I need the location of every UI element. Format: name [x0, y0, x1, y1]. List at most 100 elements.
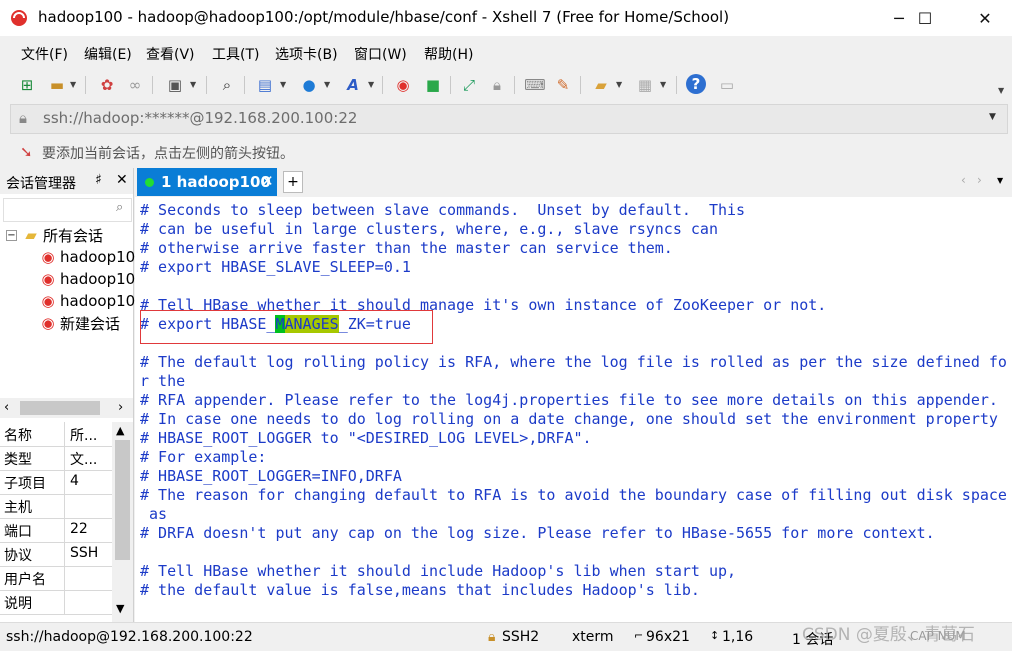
tree-item-label: hadoop10: [60, 248, 136, 266]
arrow-icon[interactable]: ➘: [20, 143, 33, 161]
tree-item-label: 新建会话: [60, 314, 121, 333]
pin-icon[interactable]: ♯: [95, 172, 102, 188]
property-row: 子项目 4: [0, 470, 112, 495]
address-bar[interactable]: 🔒︎ ssh://hadoop:******@192.168.200.100:2…: [10, 104, 1008, 134]
collapse-icon[interactable]: −: [6, 229, 17, 241]
tab-hadoop100[interactable]: 1 hadoop100 ✕: [137, 168, 277, 196]
scroll-up-icon[interactable]: ▲: [116, 424, 124, 437]
status-size: 96x21: [646, 629, 690, 645]
property-row: 主机: [0, 494, 112, 519]
folder-icon: ▰: [25, 226, 37, 244]
resize-icon: ⌐: [634, 629, 644, 642]
chevron-down-icon[interactable]: ▼: [70, 80, 76, 89]
tree-item-session[interactable]: ◉ hadoop10: [40, 290, 135, 312]
maximize-button[interactable]: ☐: [902, 0, 948, 36]
tile-icon[interactable]: ▦: [634, 74, 656, 96]
terminal-line: # Seconds to sleep between slave command…: [140, 201, 746, 219]
add-tab-button[interactable]: +: [283, 171, 303, 193]
scroll-right-icon[interactable]: ›: [118, 400, 123, 415]
menu-tools[interactable]: 工具(T): [212, 44, 259, 64]
horizontal-scrollbar[interactable]: ‹ ›: [0, 398, 133, 418]
tree-item-session[interactable]: ◉ hadoop10: [40, 246, 135, 268]
close-icon[interactable]: ✕: [116, 172, 128, 188]
new-session-icon[interactable]: ⊞: [16, 74, 38, 96]
properties-icon[interactable]: ▣: [164, 74, 186, 96]
search-icon[interactable]: ⌕: [216, 74, 238, 96]
help-icon[interactable]: ?: [686, 74, 706, 94]
terminal-line: # Tell HBase whether it should include H…: [140, 562, 737, 580]
toolbar-separator: [580, 76, 581, 94]
toolbar-separator: [514, 76, 515, 94]
keyboard-icon[interactable]: ⌨: [524, 74, 546, 96]
menu-view[interactable]: 查看(V): [146, 44, 195, 64]
session-icon: ◉: [41, 292, 55, 310]
tree-root-all-sessions[interactable]: − ▰ 所有会话: [6, 224, 103, 246]
terminal-line: # RFA appender. Please refer to the log4…: [140, 391, 998, 409]
scroll-thumb[interactable]: [115, 440, 130, 560]
add-folder-icon[interactable]: ▰: [590, 74, 612, 96]
tab-list-icon[interactable]: ▼: [997, 176, 1003, 185]
search-icon[interactable]: ⌕: [116, 200, 123, 215]
window-title: hadoop100 - hadoop@hadoop100:/opt/module…: [38, 8, 730, 26]
terminal-line: # otherwise arrive faster than the maste…: [140, 239, 673, 257]
disconnect-icon[interactable]: ∞: [124, 74, 146, 96]
property-row: 说明: [0, 590, 112, 615]
scroll-thumb[interactable]: [20, 401, 100, 415]
chevron-down-icon[interactable]: ▼: [989, 112, 996, 122]
terminal-line: # the default value is false,means that …: [140, 581, 700, 599]
session-search-input[interactable]: ⌕: [3, 198, 132, 222]
open-folder-icon[interactable]: ▬: [46, 74, 68, 96]
font-icon[interactable]: A: [342, 74, 364, 96]
property-row: 端口 22: [0, 518, 112, 543]
menu-window[interactable]: 窗口(W): [354, 44, 407, 64]
toolbar-overflow-icon[interactable]: ▼: [998, 86, 1004, 95]
chat-icon[interactable]: ▭: [716, 74, 738, 96]
reconnect-icon[interactable]: ✿: [96, 74, 118, 96]
menu-tabs[interactable]: 选项卡(B): [275, 44, 338, 64]
terminal-line: # In case one needs to do log rolling on…: [140, 410, 998, 428]
globe-icon[interactable]: ●: [298, 74, 320, 96]
tab-scroll-right-icon[interactable]: ›: [977, 173, 982, 187]
menu-file[interactable]: 文件(F): [21, 44, 68, 64]
property-row: 类型 文...: [0, 446, 112, 471]
status-terminal-type: xterm: [572, 629, 614, 645]
menu-help[interactable]: 帮助(H): [424, 44, 473, 64]
tab-close-icon[interactable]: ✕: [261, 172, 274, 190]
scroll-left-icon[interactable]: ‹: [4, 400, 9, 415]
menu-edit[interactable]: 编辑(E): [84, 44, 132, 64]
annotation-box: [140, 310, 433, 344]
terminal[interactable]: # Seconds to sleep between slave command…: [135, 197, 1012, 622]
lock-icon: 🔒︎: [488, 629, 496, 645]
chevron-down-icon[interactable]: ▼: [324, 80, 330, 89]
tree-item-session[interactable]: ◉ hadoop10: [40, 268, 135, 290]
terminal-line: # can be useful in large clusters, where…: [140, 220, 718, 238]
layout-icon[interactable]: ▤: [254, 74, 276, 96]
fullscreen-icon[interactable]: ⤢: [458, 74, 480, 96]
cursor-position-icon: ↕: [710, 629, 720, 642]
xshell-icon[interactable]: ◉: [392, 74, 414, 96]
tree-root-label: 所有会话: [43, 226, 104, 245]
tab-scroll-left-icon[interactable]: ‹: [961, 173, 966, 187]
chevron-down-icon[interactable]: ▼: [280, 80, 286, 89]
toolbar-separator: [450, 76, 451, 94]
xftp-icon[interactable]: ■: [422, 74, 444, 96]
chevron-down-icon[interactable]: ▼: [660, 80, 666, 89]
vertical-scrollbar[interactable]: ▲ ▼: [112, 422, 133, 622]
lock-icon[interactable]: 🔒︎: [486, 74, 508, 96]
chevron-down-icon[interactable]: ▼: [368, 80, 374, 89]
chevron-down-icon[interactable]: ▼: [190, 80, 196, 89]
status-protocol: SSH2: [502, 629, 540, 645]
tree-item-new-session[interactable]: ◉ 新建会话: [40, 312, 120, 334]
tab-bar: 1 hadoop100 ✕ + ‹ › ▼: [135, 168, 1012, 196]
address-input[interactable]: ssh://hadoop:******@192.168.200.100:22: [43, 109, 357, 127]
terminal-line: # HBASE_ROOT_LOGGER=INFO,DRFA: [140, 467, 402, 485]
compose-icon[interactable]: ✎: [552, 74, 574, 96]
close-window-button[interactable]: ✕: [962, 0, 1008, 36]
connected-status-icon: [145, 178, 154, 187]
scroll-down-icon[interactable]: ▼: [116, 602, 124, 615]
session-manager-title: 会话管理器: [6, 176, 76, 192]
chevron-down-icon[interactable]: ▼: [616, 80, 622, 89]
terminal-line: as: [140, 505, 168, 523]
watermark: CSDN @夏殷、青葛石: [802, 625, 975, 645]
property-row: 名称 所...: [0, 422, 112, 447]
